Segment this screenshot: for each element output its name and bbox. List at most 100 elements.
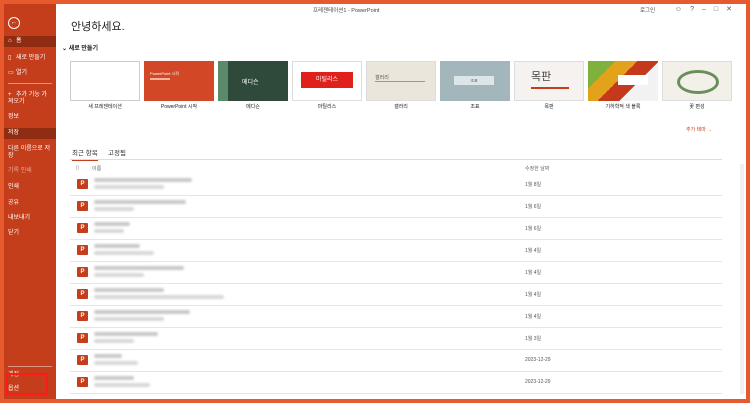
sidebar-item-save-as[interactable]: 다른 이름으로 저장: [4, 144, 56, 162]
file-date: 1월 4일: [525, 270, 542, 276]
file-row[interactable]: P 1월 4일: [70, 284, 722, 306]
powerpoint-file-icon: P: [77, 267, 88, 277]
redacted-filename: [94, 200, 186, 204]
template-label: 목판: [544, 104, 554, 110]
template-geometric[interactable]: [588, 61, 658, 101]
smile-icon[interactable]: ☺: [675, 6, 690, 13]
file-date: 2023-12-29: [525, 379, 551, 385]
file-row[interactable]: P 1월 4일: [70, 262, 722, 284]
file-date: 1월 8일: [525, 182, 542, 188]
powerpoint-file-icon: P: [77, 245, 88, 255]
redacted-filename: [94, 266, 184, 270]
redacted-filename: [94, 332, 158, 336]
tab-pinned[interactable]: 고정됨: [108, 147, 126, 157]
sidebar-item-new[interactable]: ▯ 새로 만들기: [4, 53, 56, 64]
minimize-icon[interactable]: –: [702, 6, 714, 13]
question-icon[interactable]: ?: [690, 6, 702, 13]
template-powerpoint-tour[interactable]: PowerPoint 시작: [144, 61, 214, 101]
redacted-path: [94, 273, 144, 277]
template-woodtype[interactable]: 목판: [514, 61, 584, 101]
template-gallery[interactable]: 갤러리: [366, 61, 436, 101]
redacted-path: [94, 317, 164, 321]
close-icon[interactable]: ✕: [726, 6, 740, 13]
back-arrow-icon[interactable]: ←: [8, 17, 20, 29]
redacted-path: [94, 383, 150, 387]
powerpoint-file-icon: P: [77, 311, 88, 321]
template-label: 메디슨: [246, 104, 260, 110]
file-row[interactable]: P 1월 3일: [70, 328, 722, 350]
app-frame: ← ⌂ 홈 ▯ 새로 만들기 ▭ 열기 + 추가 기능 가져오기 정보 저장 다른 이름…: [4, 4, 746, 399]
powerpoint-file-icon: P: [77, 223, 88, 233]
template-madison[interactable]: 메디슨: [218, 61, 288, 101]
template-parcel[interactable]: 조표: [440, 61, 510, 101]
file-date: 1월 6일: [525, 226, 542, 232]
window-controls: ☺?–□✕: [675, 5, 740, 13]
file-date: 1월 4일: [525, 292, 542, 298]
redacted-filename: [94, 288, 164, 292]
sidebar-item-get-addins[interactable]: + 추가 기능 가져오기: [4, 90, 56, 108]
powerpoint-file-icon: P: [77, 201, 88, 211]
template-thumb-text: 조표: [454, 76, 494, 85]
file-row[interactable]: P 1월 6일: [70, 196, 722, 218]
sidebar-item-home[interactable]: ⌂ 홈: [4, 36, 56, 47]
template-atlas[interactable]: 마틸리스: [292, 61, 362, 101]
redacted-path: [94, 207, 134, 211]
sidebar-item-info[interactable]: 정보: [4, 112, 56, 123]
sidebar-item-open[interactable]: ▭ 열기: [4, 68, 56, 79]
file-row[interactable]: P 1월 8일: [70, 174, 722, 196]
sign-in-link[interactable]: 로그인: [640, 6, 655, 14]
file-type-col-icon: ▯: [76, 165, 79, 171]
home-icon: ⌂: [8, 38, 12, 44]
powerpoint-file-icon: P: [77, 333, 88, 343]
column-header-date[interactable]: 수정한 날짜: [525, 165, 549, 172]
sidebar-divider: [8, 83, 52, 84]
template-thumb-text: 갤러리: [375, 75, 389, 81]
redacted-path: [94, 251, 154, 255]
file-row[interactable]: P 2023-12-29: [70, 350, 722, 372]
window-title: 프레젠테이션1 - PowerPoint: [313, 8, 380, 14]
powerpoint-file-icon: P: [77, 355, 88, 365]
thumb-line: [375, 81, 425, 82]
thumb-line: [150, 78, 170, 80]
sidebar-item-share[interactable]: 공유: [4, 198, 56, 209]
file-row[interactable]: P 1월 6일: [70, 218, 722, 240]
column-header-name[interactable]: 이름: [92, 165, 101, 172]
template-label: 갤러리: [394, 104, 408, 110]
sidebar-item-print[interactable]: 인쇄: [4, 182, 56, 193]
new-section-toggle[interactable]: ⌄ 새로 만들기: [62, 43, 98, 52]
template-floral[interactable]: [662, 61, 732, 101]
sidebar-item-export[interactable]: 내보내기: [4, 213, 56, 224]
template-thumb-text: 마틸리스: [301, 72, 353, 88]
template-label: 새 프레젠테이션: [88, 104, 122, 110]
file-row[interactable]: P 1월 4일: [70, 306, 722, 328]
chevron-down-icon: ⌄: [62, 46, 68, 52]
backstage-sidebar: ← ⌂ 홈 ▯ 새로 만들기 ▭ 열기 + 추가 기능 가져오기 정보 저장 다른 이름…: [4, 4, 56, 399]
powerpoint-file-icon: P: [77, 179, 88, 189]
sidebar-item-history[interactable]: 기록 인쇄: [4, 166, 56, 177]
file-date: 2023-12-29: [525, 357, 551, 363]
sidebar-item-save[interactable]: 저장: [4, 128, 56, 139]
more-themes-link[interactable]: 추가 테마 →: [686, 126, 712, 133]
thumb-stripe: [218, 61, 228, 101]
redacted-filename: [94, 310, 190, 314]
scrollbar[interactable]: [740, 164, 744, 394]
thumb-box: [618, 75, 648, 85]
sidebar-divider: [8, 366, 52, 367]
file-row[interactable]: P 2023-12-29: [70, 372, 722, 394]
template-thumb-text: 목판: [531, 71, 552, 83]
file-date: 1월 4일: [525, 248, 542, 254]
file-row[interactable]: P 1월 4일: [70, 240, 722, 262]
redacted-path: [94, 339, 134, 343]
redacted-path: [94, 295, 224, 299]
maximize-icon[interactable]: □: [714, 6, 726, 13]
template-thumb-text: PowerPoint 시작: [150, 71, 179, 76]
folder-icon: ▭: [8, 70, 14, 76]
powerpoint-file-icon: P: [77, 289, 88, 299]
file-date: 1월 6일: [525, 204, 542, 210]
greeting-heading: 안녕하세요.: [71, 21, 125, 33]
template-label: 마틸리스: [317, 104, 337, 110]
template-label: 꽃 편성: [689, 104, 705, 110]
wreath-shape: [677, 70, 719, 94]
sidebar-item-close[interactable]: 닫기: [4, 228, 56, 239]
template-blank[interactable]: [70, 61, 140, 101]
